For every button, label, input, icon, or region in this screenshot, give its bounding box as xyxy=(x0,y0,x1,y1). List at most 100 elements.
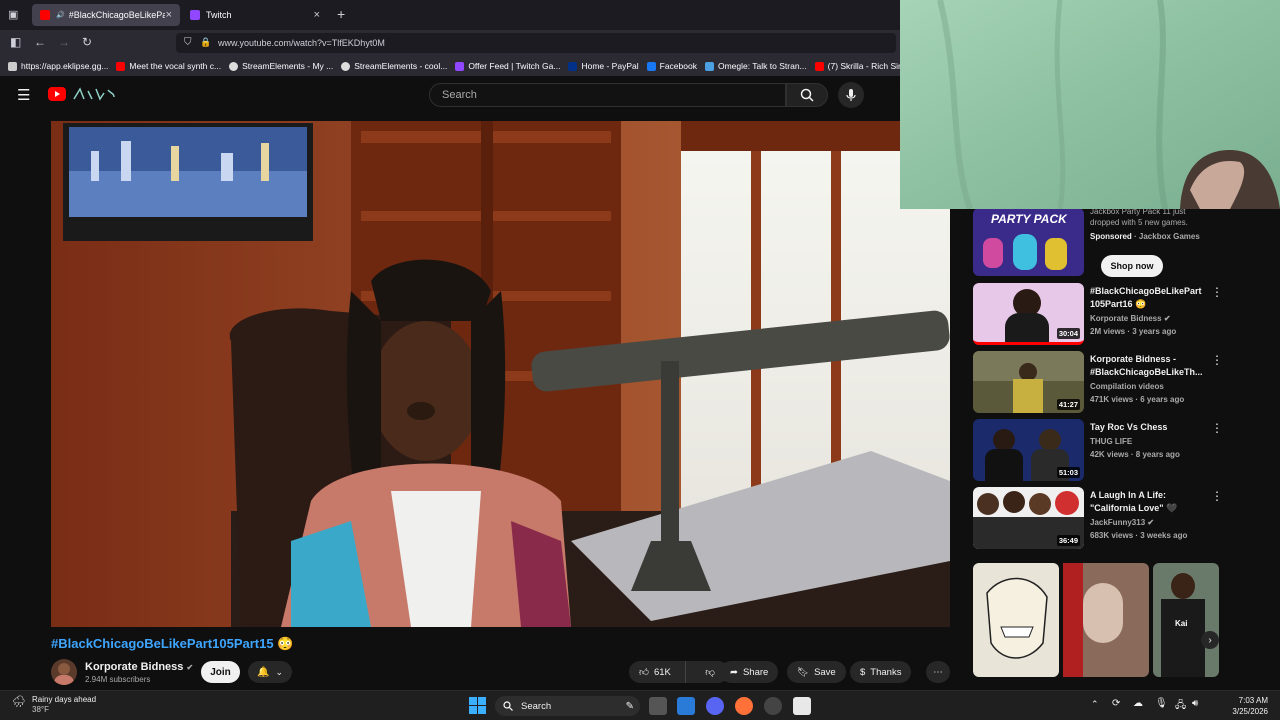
bookmark-label: Meet the vocal synth c... xyxy=(129,61,222,71)
views-age: 2M views · 3 years ago xyxy=(1090,327,1177,336)
more-vertical-icon[interactable]: ⋮ xyxy=(1211,421,1223,435)
back-icon[interactable]: ← xyxy=(34,35,46,49)
tab-list-icon[interactable]: ▣ xyxy=(8,8,18,21)
thanks-button[interactable]: $ Thanks xyxy=(850,661,912,683)
forward-icon[interactable]: → xyxy=(58,35,70,49)
recommended-video[interactable]: 36:49 A Laugh In A Life: "California Lov… xyxy=(973,487,1223,551)
bookmark-label: https://app.eklipse.gg... xyxy=(21,61,109,71)
bookmark-item[interactable]: Facebook xyxy=(646,61,697,71)
cloud-icon[interactable]: ☁ xyxy=(1133,698,1143,709)
duration-badge: 41:27 xyxy=(1056,399,1080,410)
bookmark-item[interactable]: Meet the vocal synth c... xyxy=(116,61,221,71)
video-thumbnail[interactable]: 36:49 xyxy=(973,487,1084,549)
windows-taskbar: 🌧︎ Rainy days ahead 38°F Search ✎ ⌃ ⟳ ☁ … xyxy=(0,690,1280,720)
chevron-right-icon[interactable]: › xyxy=(1201,631,1219,649)
video-thumbnail[interactable]: 30:04 xyxy=(973,283,1084,345)
video-title[interactable]: #BlackChicagoBeLikePart105Part15 😳 xyxy=(51,636,293,652)
short-thumbnail[interactable] xyxy=(1063,563,1149,677)
omegle-icon xyxy=(704,61,714,71)
video-title: Tay Roc Vs Chess xyxy=(1090,422,1168,432)
video-title: A Laugh In A Life: "California Love" 🖤 xyxy=(1090,490,1178,513)
more-actions-button[interactable]: ⋯ xyxy=(926,661,950,683)
chevron-up-icon[interactable]: ⌃ xyxy=(1091,699,1099,710)
search-button[interactable] xyxy=(786,83,828,107)
sponsored-ad[interactable]: PARTY PACK Jackbox Party Pack 11 just dr… xyxy=(973,207,1223,278)
system-clock[interactable]: 7:03 AM 3/25/2026 xyxy=(1200,695,1268,717)
bookmarks-bar: https://app.eklipse.gg... Meet the vocal… xyxy=(0,56,900,76)
ad-meta: Sponsored · Jackbox Games xyxy=(1090,232,1200,241)
menu-icon[interactable]: ☰ xyxy=(17,86,30,104)
taskbar-search[interactable]: Search ✎ xyxy=(495,696,640,716)
task-view-icon[interactable] xyxy=(649,697,667,715)
file-explorer-icon[interactable] xyxy=(677,697,695,715)
start-menu-icon[interactable] xyxy=(469,697,486,714)
shop-now-button[interactable]: Shop now xyxy=(1101,255,1163,277)
firefox-icon[interactable] xyxy=(735,697,753,715)
close-tab-icon[interactable]: × xyxy=(166,9,172,21)
search-input[interactable]: Search xyxy=(429,83,786,107)
bookmark-label: Home - PayPal xyxy=(581,61,639,71)
video-thumbnail[interactable]: 51:03 xyxy=(973,419,1084,481)
channel-name: JackFunny313 xyxy=(1090,518,1146,527)
voice-search-button[interactable] xyxy=(838,82,864,108)
video-player[interactable] xyxy=(51,121,950,627)
recommended-video[interactable]: 41:27 Korporate Bidness - #BlackChicagoB… xyxy=(973,351,1223,415)
close-tab-icon[interactable]: × xyxy=(314,9,320,21)
paypal-icon xyxy=(568,61,578,71)
save-button[interactable]: 🔖︎ Save xyxy=(787,661,846,683)
youtube-icon xyxy=(116,61,126,71)
bookmark-item[interactable]: Home - PayPal xyxy=(568,61,639,71)
sidebar-toggle-icon[interactable]: ◧ xyxy=(10,35,21,49)
share-button[interactable]: ➦ Share xyxy=(720,661,779,683)
short-thumbnail[interactable] xyxy=(973,563,1059,677)
like-dislike-group: 👍︎ 61K 👎︎ xyxy=(629,661,729,683)
recommended-video[interactable]: 51:03 Tay Roc Vs Chess THUG LIFE 42K vie… xyxy=(973,419,1223,483)
verified-icon: ✔ xyxy=(186,663,194,672)
weather-widget[interactable]: 🌧︎ Rainy days ahead 38°F xyxy=(12,695,96,715)
channel-name: THUG LIFE xyxy=(1090,437,1133,446)
tab-label: Twitch xyxy=(206,10,232,20)
webcam-feed xyxy=(900,0,1280,209)
video-title: #BlackChicagoBeLikePart 105Part16 😳 xyxy=(1090,286,1202,309)
more-vertical-icon[interactable]: ⋮ xyxy=(1211,489,1223,503)
facebook-icon xyxy=(646,61,656,71)
bookmark-item[interactable]: https://app.eklipse.gg... xyxy=(8,61,108,71)
bookmark-label: Facebook xyxy=(659,61,697,71)
discord-icon[interactable] xyxy=(706,697,724,715)
obs-icon[interactable] xyxy=(764,697,782,715)
like-button[interactable]: 👍︎ 61K xyxy=(629,661,687,683)
bookmark-item[interactable]: StreamElements - My ... xyxy=(229,61,333,71)
short-thumbnail[interactable]: Kai xyxy=(1153,563,1219,677)
join-button[interactable]: Join xyxy=(201,661,240,683)
network-icon[interactable]: 🖧 xyxy=(1175,698,1186,715)
like-count: 61K xyxy=(653,666,671,678)
reload-icon[interactable]: ↻ xyxy=(82,35,92,49)
bookmark-item[interactable]: Omegle: Talk to Stran... xyxy=(704,61,807,71)
shield-icon: ⛉ xyxy=(184,37,192,48)
duration-badge: 36:49 xyxy=(1056,535,1080,546)
app-window-icon[interactable] xyxy=(793,697,811,715)
new-tab-icon[interactable]: + xyxy=(337,6,345,22)
ad-thumbnail-text: PARTY PACK xyxy=(991,212,1067,226)
more-horizontal-icon: ⋯ xyxy=(933,666,943,678)
ad-thumbnail[interactable]: PARTY PACK xyxy=(973,208,1084,276)
url-bar[interactable]: ⛉ 🔒 www.youtube.com/watch?v=TlfEKDhyt0M xyxy=(176,33,896,53)
channel-avatar[interactable] xyxy=(51,659,77,685)
bookmark-item[interactable]: Offer Feed | Twitch Ga... xyxy=(455,61,560,71)
more-vertical-icon[interactable]: ⋮ xyxy=(1211,285,1223,299)
channel-name[interactable]: Korporate Bidness ✔ xyxy=(85,661,193,673)
youtube-logo-icon[interactable] xyxy=(48,87,66,101)
tray-app-icon[interactable]: ⟳ xyxy=(1112,698,1120,709)
microphone-icon[interactable]: 🎙︎ xyxy=(1155,698,1168,709)
more-vertical-icon[interactable]: ⋮ xyxy=(1211,353,1223,367)
notification-subscribe-button[interactable]: 🔔 ⌄ xyxy=(248,661,292,683)
bookmark-item[interactable]: StreamElements - cool... xyxy=(341,61,447,71)
tab-youtube[interactable]: 🔊 #BlackChicagoBeLikePart10 × xyxy=(32,4,180,26)
video-frame xyxy=(51,121,950,627)
bookmark-item[interactable]: (7) Skrilla - Rich Sinner... xyxy=(814,61,900,71)
search-icon xyxy=(800,88,814,102)
tab-twitch[interactable]: Twitch × xyxy=(182,4,328,26)
recommended-video[interactable]: 30:04 #BlackChicagoBeLikePart 105Part16 … xyxy=(973,283,1223,347)
volume-icon[interactable]: 🔊︎ xyxy=(1192,698,1198,709)
video-thumbnail[interactable]: 41:27 xyxy=(973,351,1084,413)
